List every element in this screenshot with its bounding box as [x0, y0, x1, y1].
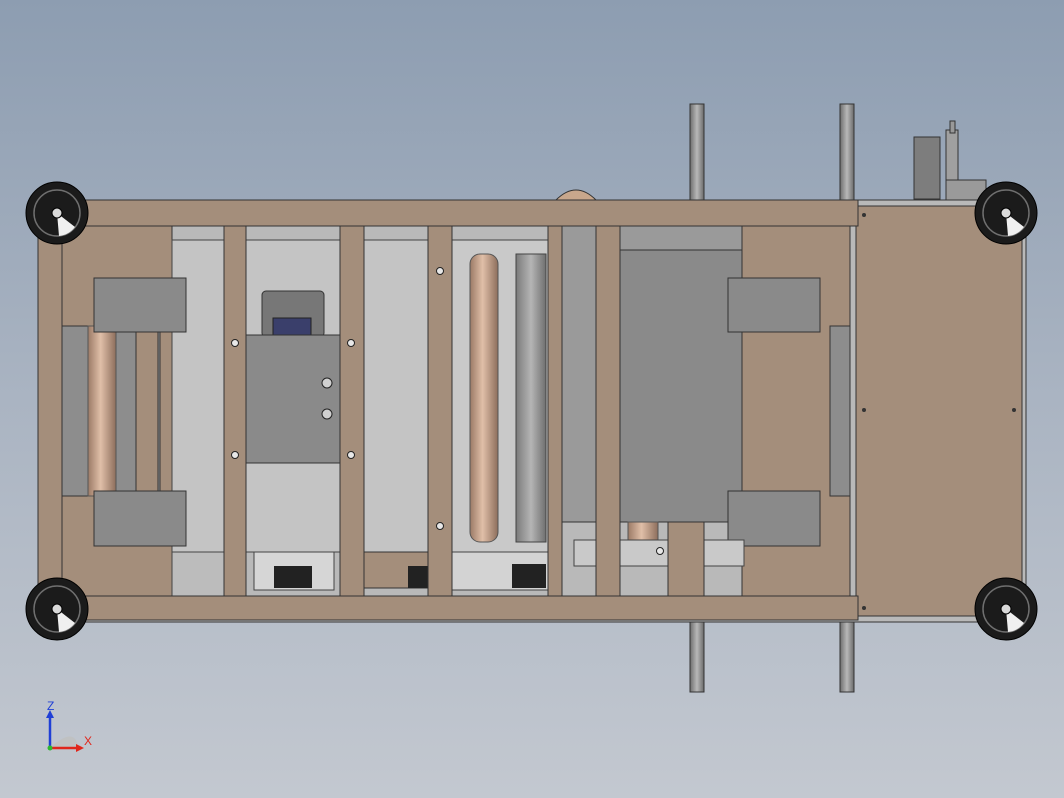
left-clamp-top	[93, 277, 187, 333]
drum-sleeve	[515, 253, 547, 543]
frame-rail-top	[37, 199, 859, 227]
right-clamp-bottom	[727, 490, 821, 547]
connector-block	[272, 317, 312, 337]
orientation-triad[interactable]: Z X	[46, 699, 92, 752]
motor-plate	[245, 334, 341, 464]
caster-wheel-top-left	[25, 181, 89, 245]
caster-wheel-bottom-left	[25, 577, 89, 641]
drum-roller	[469, 253, 499, 543]
left-clamp-bottom	[93, 490, 187, 547]
frame-rail-bottom	[37, 595, 859, 621]
triad-origin	[47, 745, 53, 751]
caster-wheel-bottom-right	[974, 577, 1038, 641]
x-axis-label: X	[84, 734, 92, 748]
cam-disc	[554, 189, 598, 201]
caster-wheel-top-right	[974, 181, 1038, 245]
end-panel	[855, 205, 1023, 617]
left-roller	[87, 325, 117, 497]
right-clamp-top	[727, 277, 821, 333]
machine-top-view: Z X	[25, 103, 1038, 752]
sensor-bracket	[913, 120, 987, 201]
cad-viewport[interactable]: Z X	[0, 0, 1064, 798]
z-axis-label: Z	[47, 699, 54, 713]
triad-plane	[50, 736, 78, 748]
frame-side-left	[37, 199, 63, 621]
